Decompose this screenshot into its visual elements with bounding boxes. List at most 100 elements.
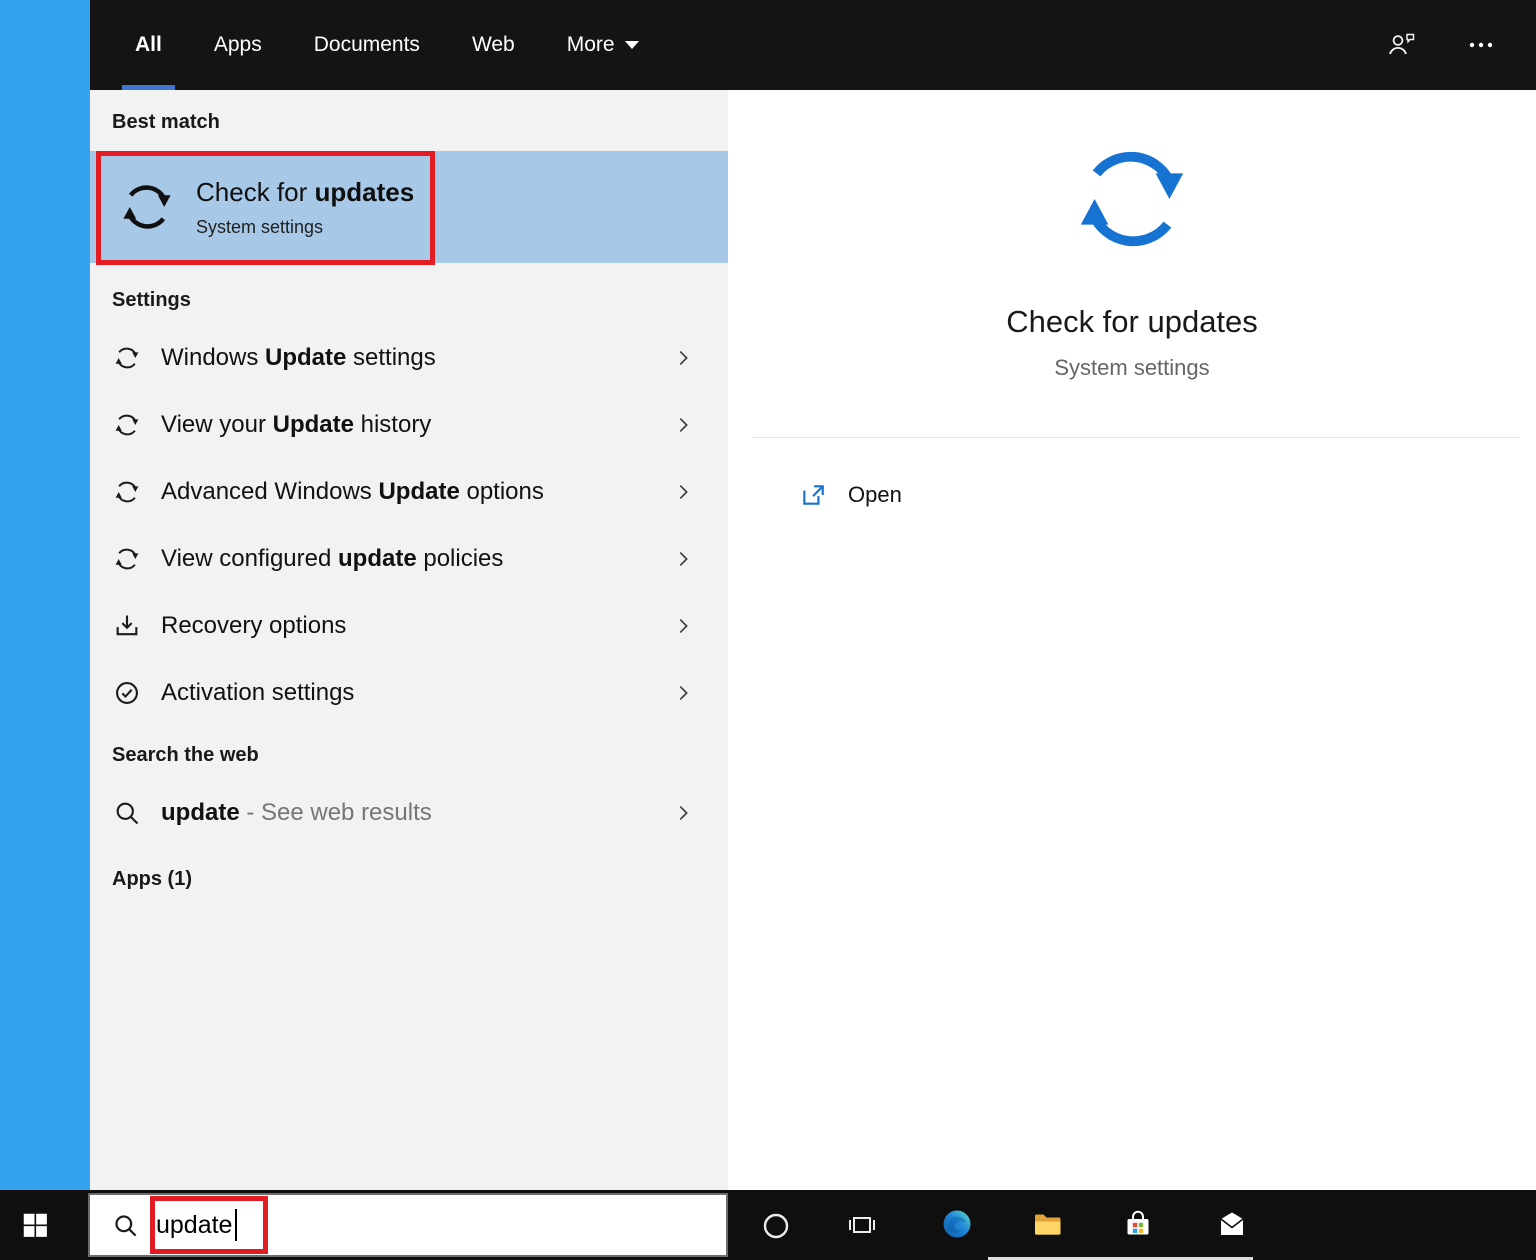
- label-pre: Advanced Windows: [161, 478, 378, 505]
- sync-icon: [113, 344, 141, 372]
- sync-icon: [113, 411, 141, 439]
- tab-all-label: All: [135, 33, 162, 57]
- microsoft-store-button[interactable]: [1114, 1190, 1162, 1260]
- search-icon: [113, 799, 141, 827]
- sync-icon: [118, 178, 176, 236]
- label-pre: Activation settings: [161, 679, 354, 706]
- best-match-title-pre: Check for: [196, 177, 315, 207]
- sync-icon: [113, 478, 141, 506]
- desktop-background: [0, 0, 90, 1190]
- sync-icon: [1069, 136, 1195, 262]
- chevron-right-icon[interactable]: [672, 481, 694, 503]
- label-match: Update: [273, 411, 354, 438]
- preview-panel: Check for updates System settings Open: [728, 90, 1536, 1190]
- web-results: update - See web results: [90, 779, 728, 846]
- apps-header: Apps (1): [90, 868, 728, 891]
- result-configured-update-policies[interactable]: View configured update policies: [90, 525, 728, 592]
- search-tab-bar: All Apps Documents Web More: [90, 0, 1536, 90]
- best-match-title: Check for updates: [196, 177, 414, 208]
- chevron-right-icon[interactable]: [672, 802, 694, 824]
- result-windows-update-settings[interactable]: Windows Update settings: [90, 324, 728, 391]
- result-activation-settings[interactable]: Activation settings: [90, 659, 728, 726]
- mail-button[interactable]: [1208, 1190, 1256, 1260]
- settings-results: Windows Update settings View your Update…: [90, 324, 728, 726]
- search-input-value[interactable]: update: [156, 1211, 232, 1240]
- chevron-right-icon[interactable]: [672, 682, 694, 704]
- label-post: history: [354, 411, 431, 438]
- result-label: Advanced Windows Update options: [161, 478, 544, 506]
- chevron-right-icon[interactable]: [672, 414, 694, 436]
- tab-apps[interactable]: Apps: [214, 0, 262, 90]
- file-explorer-button[interactable]: [1024, 1190, 1072, 1260]
- chevron-down-icon: [625, 41, 639, 49]
- label-post: settings: [346, 344, 435, 371]
- result-label: update - See web results: [161, 799, 432, 827]
- result-recovery-options[interactable]: Recovery options: [90, 592, 728, 659]
- edge-icon: [941, 1208, 975, 1242]
- result-web-search[interactable]: update - See web results: [90, 779, 728, 846]
- preview-title: Check for updates: [728, 304, 1536, 340]
- label-match: Update: [265, 344, 346, 371]
- search-icon: [112, 1212, 139, 1239]
- result-advanced-update-options[interactable]: Advanced Windows Update options: [90, 458, 728, 525]
- best-match-header: Best match: [90, 90, 728, 134]
- windows-logo-icon: [20, 1210, 50, 1240]
- label-match: Update: [378, 478, 459, 505]
- open-action-label: Open: [848, 482, 902, 508]
- edge-button[interactable]: [934, 1190, 982, 1260]
- result-label: Activation settings: [161, 679, 354, 707]
- more-options-icon[interactable]: [1466, 30, 1496, 60]
- tab-more-label: More: [567, 33, 615, 57]
- result-label: View your Update history: [161, 411, 431, 439]
- topbar-actions: [1386, 0, 1536, 90]
- taskbar: update: [0, 1190, 1536, 1260]
- best-match-result[interactable]: Check for updates System settings: [90, 151, 728, 263]
- tab-documents[interactable]: Documents: [314, 0, 420, 90]
- start-button[interactable]: [0, 1190, 70, 1260]
- result-label: Recovery options: [161, 612, 346, 640]
- search-web-header: Search the web: [90, 744, 728, 767]
- recovery-icon: [113, 612, 141, 640]
- result-view-update-history[interactable]: View your Update history: [90, 391, 728, 458]
- taskbar-search-box[interactable]: update: [88, 1193, 728, 1257]
- tab-documents-label: Documents: [314, 33, 420, 57]
- cortana-button[interactable]: [751, 1190, 799, 1260]
- label-pre: Recovery options: [161, 612, 346, 639]
- result-label: Windows Update settings: [161, 344, 436, 372]
- label-pre: Windows: [161, 344, 265, 371]
- tab-web[interactable]: Web: [472, 0, 515, 90]
- tab-web-label: Web: [472, 33, 515, 57]
- text-cursor: [235, 1209, 237, 1241]
- label-pre: View configured: [161, 545, 338, 572]
- preview-divider: [752, 437, 1520, 438]
- tab-all[interactable]: All: [135, 0, 162, 90]
- web-search-suffix: - See web results: [240, 799, 432, 826]
- tab-apps-label: Apps: [214, 33, 262, 57]
- tab-more[interactable]: More: [567, 0, 639, 90]
- microsoft-store-icon: [1122, 1209, 1155, 1242]
- chevron-right-icon[interactable]: [672, 548, 694, 570]
- cortana-icon: [760, 1210, 790, 1240]
- label-match: update: [338, 545, 417, 572]
- label-pre: View your: [161, 411, 273, 438]
- search-tabs: All Apps Documents Web More: [90, 0, 639, 90]
- settings-header: Settings: [90, 289, 728, 312]
- activation-icon: [113, 679, 141, 707]
- task-view-icon: [846, 1209, 878, 1241]
- search-results-panel: Best match Check for updates System sett…: [90, 90, 728, 1190]
- open-in-new-icon: [800, 482, 826, 508]
- chevron-right-icon[interactable]: [672, 615, 694, 637]
- open-action[interactable]: Open: [800, 482, 1536, 508]
- web-search-term: update: [161, 799, 240, 826]
- best-match-title-match: updates: [315, 177, 415, 207]
- active-tab-underline: [122, 85, 175, 90]
- label-post: policies: [417, 545, 504, 572]
- account-feedback-icon[interactable]: [1386, 30, 1416, 60]
- mail-icon: [1216, 1209, 1249, 1242]
- sync-icon: [113, 545, 141, 573]
- best-match-text: Check for updates System settings: [196, 177, 414, 238]
- chevron-right-icon[interactable]: [672, 347, 694, 369]
- task-view-button[interactable]: [838, 1190, 886, 1260]
- result-label: View configured update policies: [161, 545, 503, 573]
- label-post: options: [460, 478, 544, 505]
